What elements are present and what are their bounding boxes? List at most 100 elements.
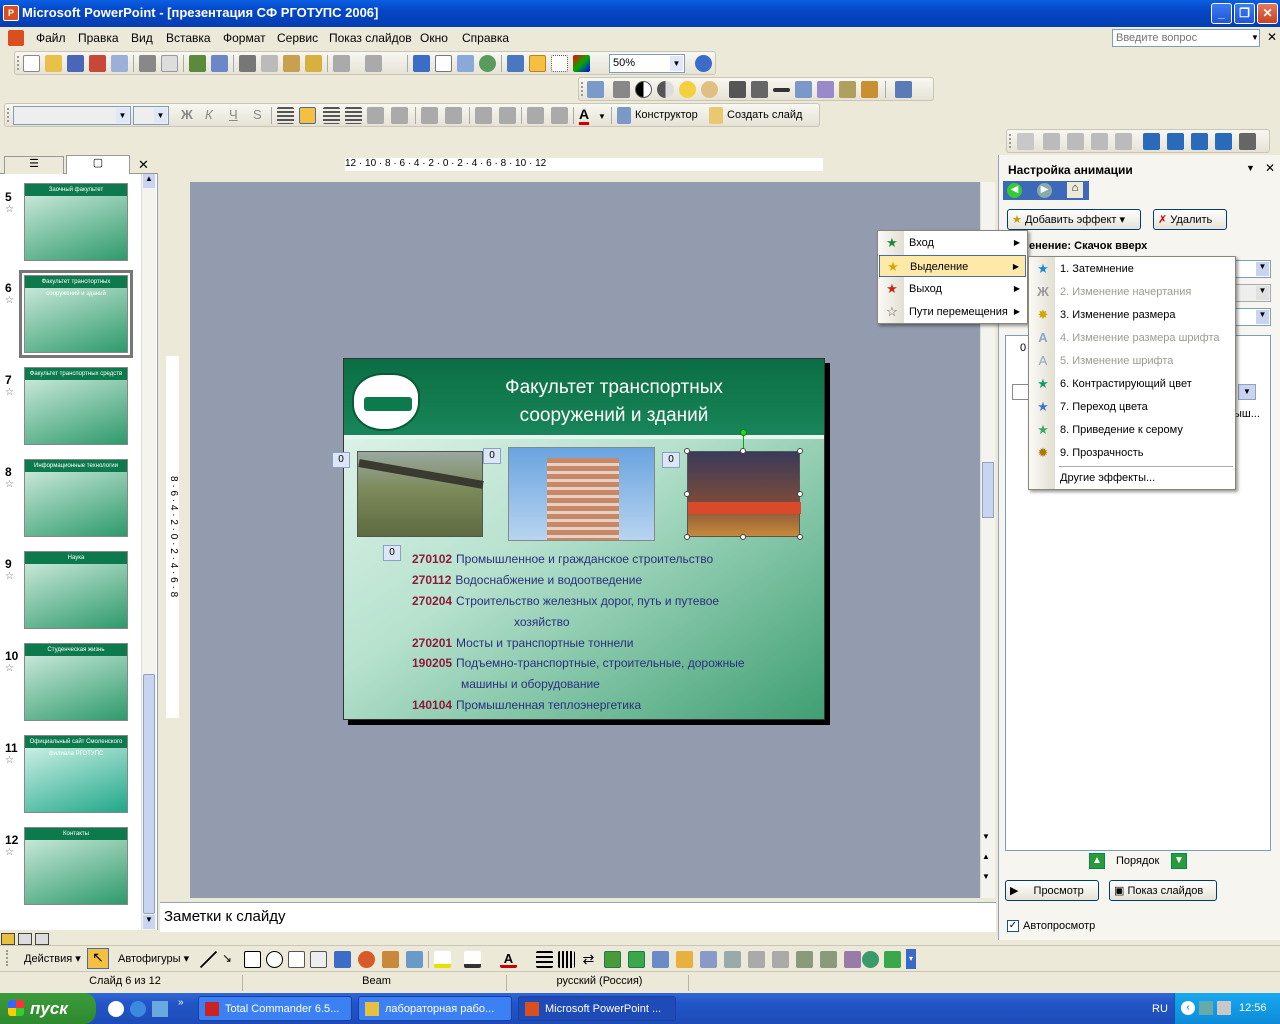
- tilt-down-icon[interactable]: [1043, 133, 1060, 150]
- slideshow-view-icon[interactable]: [35, 933, 49, 945]
- research-icon[interactable]: [211, 55, 228, 72]
- zoom-combo[interactable]: 50% ▼: [609, 54, 685, 73]
- columns-icon[interactable]: [391, 107, 408, 124]
- menu-emphasis[interactable]: ★ Выделение ▶: [879, 255, 1026, 277]
- 3d-toggle-icon[interactable]: [1017, 133, 1034, 150]
- slide-title-line2[interactable]: сооружений и зданий: [434, 405, 794, 427]
- chevron-down-icon[interactable]: ▼: [1256, 310, 1269, 324]
- select-pointer-icon[interactable]: ↖: [87, 948, 109, 969]
- justify-icon[interactable]: [345, 107, 362, 124]
- color-icon[interactable]: [613, 81, 630, 98]
- help-icon[interactable]: [695, 55, 712, 72]
- chevron-down-icon[interactable]: ▼: [670, 56, 683, 71]
- close-button[interactable]: ✕: [1257, 3, 1278, 24]
- hyperlink-icon[interactable]: [479, 55, 496, 72]
- resize-handle[interactable]: [684, 534, 690, 540]
- slide-thumbnail-12[interactable]: Контакты: [24, 827, 128, 905]
- network-icon[interactable]: [1199, 1001, 1213, 1015]
- toolbar-grip[interactable]: [17, 56, 20, 70]
- 3d-extra-icon[interactable]: [884, 951, 901, 968]
- line-icon[interactable]: [200, 951, 217, 968]
- reset-picture-icon[interactable]: [895, 81, 912, 98]
- slide-thumbnail-10[interactable]: Студенческая жизнь: [24, 643, 128, 721]
- group-icon[interactable]: [652, 951, 669, 968]
- animation-list-item-text[interactable]: ыш...: [1234, 408, 1260, 420]
- quicklaunch-browser-icon[interactable]: [108, 1001, 124, 1017]
- powerpoint-icon[interactable]: P: [3, 5, 19, 21]
- undo-icon[interactable]: [333, 55, 350, 72]
- set-transparent-icon[interactable]: [861, 81, 878, 98]
- bold-icon[interactable]: Ж: [181, 107, 193, 122]
- previous-slide-icon[interactable]: ▲: [982, 852, 990, 861]
- resize-handle[interactable]: [684, 448, 690, 454]
- emphasis-grow-shrink[interactable]: ✸ 3. Изменение размера: [1030, 304, 1176, 326]
- menu-format[interactable]: Формат: [223, 31, 266, 45]
- paste-icon[interactable]: [283, 55, 300, 72]
- resize-handle[interactable]: [740, 534, 746, 540]
- bridge-crane-photo[interactable]: [357, 451, 484, 537]
- more-contrast-icon[interactable]: [635, 81, 652, 98]
- minimize-button[interactable]: _: [1211, 3, 1232, 24]
- home-icon[interactable]: ⌂: [1067, 182, 1083, 198]
- chevron-down-icon[interactable]: ▼: [1256, 262, 1269, 276]
- program-row[interactable]: 190205 Подъемно-транспортные, строительны…: [412, 656, 745, 670]
- menu-insert[interactable]: Вставка: [166, 31, 211, 45]
- slide-thumbnail-8[interactable]: Информационные технологии: [24, 459, 128, 537]
- animation-order-tag[interactable]: 0: [662, 452, 680, 468]
- current-slide[interactable]: Факультет транспортных сооружений и здан…: [343, 358, 825, 720]
- align-icon[interactable]: [700, 951, 717, 968]
- maximize-button[interactable]: ❐: [1234, 3, 1255, 24]
- taskpane-menu-icon[interactable]: ▼: [1246, 163, 1255, 173]
- line-style-draw-icon[interactable]: [536, 951, 553, 968]
- toolbar-options-icon[interactable]: ▾: [906, 949, 916, 969]
- nudge-icon[interactable]: [844, 951, 861, 968]
- bullets-icon[interactable]: [445, 107, 462, 124]
- quicklaunch-ie-icon[interactable]: [130, 1001, 146, 1017]
- font-size-combo[interactable]: ▼: [133, 106, 169, 125]
- back-icon[interactable]: ◀: [1007, 183, 1022, 198]
- start-button[interactable]: пуск: [0, 993, 96, 1024]
- building-photo[interactable]: [508, 447, 655, 541]
- line-color-icon[interactable]: [464, 951, 481, 968]
- ask-question-input[interactable]: [1112, 29, 1260, 47]
- animation-star-icon[interactable]: ☆: [5, 663, 14, 674]
- preview-button[interactable]: ▶ Просмотр: [1005, 880, 1099, 901]
- task-total-commander[interactable]: Total Commander 6.5...: [198, 996, 352, 1021]
- redo-icon[interactable]: [365, 55, 382, 72]
- more-brightness-icon[interactable]: [679, 81, 696, 98]
- program-row[interactable]: 270112 Водоснабжение и водоотведение: [412, 573, 642, 587]
- toolbar-grip[interactable]: [7, 108, 10, 122]
- toolbar-grip[interactable]: [581, 82, 584, 96]
- compress-picture-icon[interactable]: [795, 81, 812, 98]
- text-box-icon[interactable]: [288, 951, 305, 968]
- dash-style-icon[interactable]: [558, 951, 575, 968]
- slide-thumbnail-9[interactable]: Наука: [24, 551, 128, 629]
- slideshow-button[interactable]: ▣ Показ слайдов: [1109, 880, 1217, 901]
- insert-table-icon[interactable]: [435, 55, 452, 72]
- move-down-icon[interactable]: ▼: [1171, 853, 1187, 869]
- move-up-icon[interactable]: ▲: [1089, 853, 1105, 869]
- autopreview-checkbox[interactable]: ✓: [1007, 920, 1019, 932]
- lighting-icon[interactable]: [1191, 133, 1208, 150]
- insert-picture-icon[interactable]: [587, 81, 604, 98]
- animation-list-item-order[interactable]: 0: [1020, 342, 1026, 354]
- rotate-icon[interactable]: [751, 81, 768, 98]
- emphasis-darken[interactable]: ★ 1. Затемнение: [1030, 258, 1134, 280]
- color-grayscale-icon[interactable]: [573, 55, 590, 72]
- spelling-icon[interactable]: [189, 55, 206, 72]
- more-effects[interactable]: Другие эффекты...: [1030, 467, 1155, 489]
- print-icon[interactable]: [139, 55, 156, 72]
- animation-star-icon[interactable]: ☆: [5, 571, 14, 582]
- tab-slides[interactable]: ▢: [66, 155, 130, 174]
- chevron-down-icon[interactable]: ▼: [598, 112, 606, 121]
- 3d-style-icon[interactable]: [628, 951, 645, 968]
- rectangle-icon[interactable]: [244, 951, 261, 968]
- depth-icon[interactable]: [1143, 133, 1160, 150]
- tilt-up-icon[interactable]: [1067, 133, 1084, 150]
- delete-effect-button[interactable]: ✗ Удалить: [1153, 209, 1227, 230]
- clock[interactable]: 12:56: [1239, 1002, 1267, 1014]
- tilt-left-icon[interactable]: [1091, 133, 1108, 150]
- slide-title-line1[interactable]: Факультет транспортных: [434, 377, 794, 399]
- sorter-view-icon[interactable]: [18, 933, 32, 945]
- rotate-left-icon[interactable]: [748, 951, 765, 968]
